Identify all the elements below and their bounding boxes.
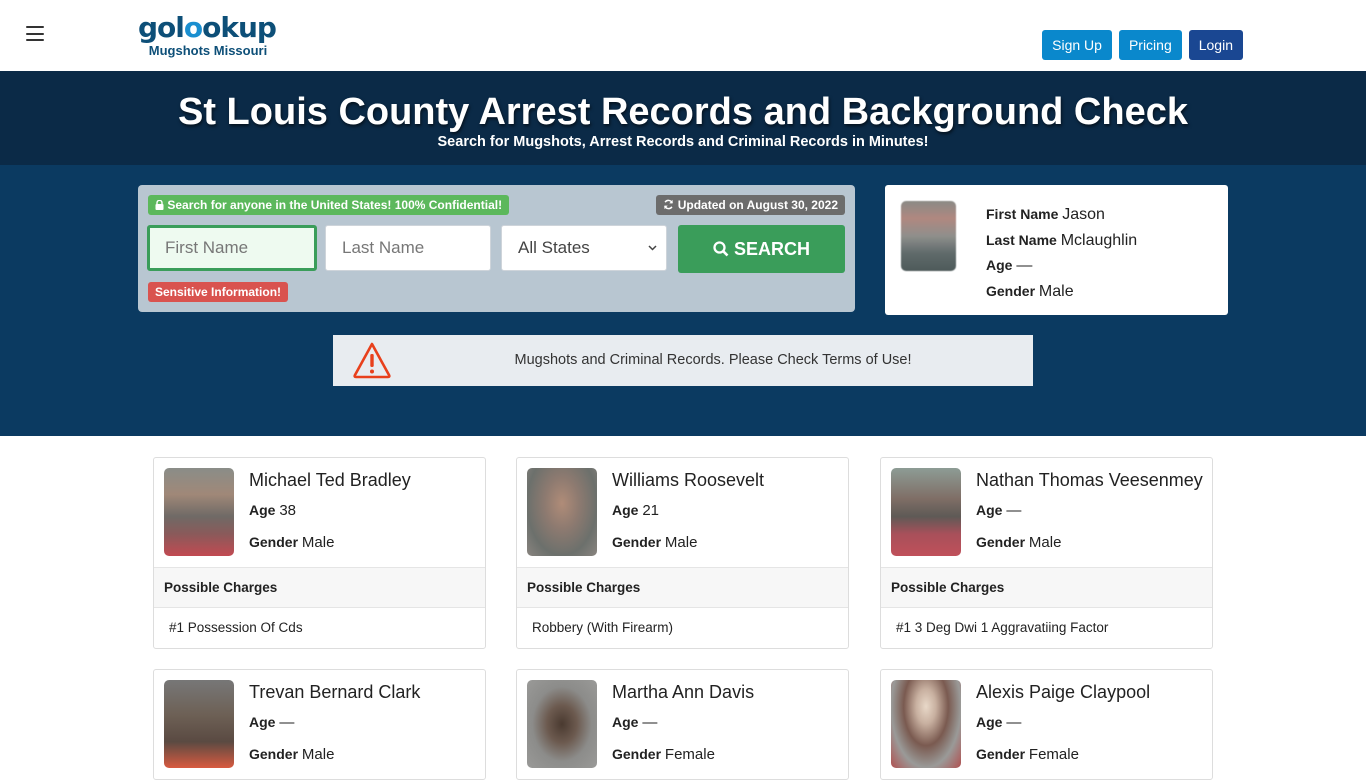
record-age: Age — xyxy=(976,714,1022,731)
refresh-icon xyxy=(663,198,677,212)
profile-age: Age — xyxy=(986,257,1033,274)
record-name[interactable]: Martha Ann Davis xyxy=(612,682,754,703)
record-name[interactable]: Nathan Thomas Veesenmey xyxy=(976,470,1203,491)
logo-subtitle: Mugshots Missouri xyxy=(148,43,268,58)
page-title: St Louis County Arrest Records and Backg… xyxy=(178,91,1188,133)
charge-item: #1 Possession Of Cds xyxy=(169,620,303,635)
record-age: Age 21 xyxy=(612,502,660,519)
lock-icon xyxy=(155,198,167,212)
state-select[interactable]: All States xyxy=(501,225,667,271)
confidential-badge: Search for anyone in the United States! … xyxy=(148,195,510,215)
profile-info: First Name Jason Last Name Mclaughlin Ag… xyxy=(986,202,1137,304)
record-card[interactable]: Trevan Bernard Clark Age — Gender Male xyxy=(153,669,486,780)
first-name-input[interactable]: First Name xyxy=(147,225,317,271)
featured-profile-card[interactable]: First Name Jason Last Name Mclaughlin Ag… xyxy=(885,185,1228,315)
charge-item: Robbery (With Firearm) xyxy=(532,620,674,635)
profile-gender: Gender Male xyxy=(986,282,1074,300)
record-gender: Gender Female xyxy=(976,746,1079,763)
record-gender: Gender Male xyxy=(612,534,698,551)
record-gender: Gender Male xyxy=(976,534,1062,551)
profile-first-name: First Name Jason xyxy=(986,206,1105,223)
search-icon xyxy=(713,239,734,259)
record-age: Age — xyxy=(976,502,1022,519)
record-card[interactable]: Martha Ann Davis Age — Gender Female xyxy=(516,669,849,780)
nav-buttons: Sign Up Pricing Login xyxy=(1042,30,1243,60)
charges-header: Possible Charges xyxy=(154,567,485,608)
last-name-input[interactable]: Last Name xyxy=(325,225,491,271)
warning-text: Mugshots and Criminal Records. Please Ch… xyxy=(514,352,912,368)
pricing-button[interactable]: Pricing xyxy=(1118,30,1182,60)
chevron-down-icon xyxy=(648,226,657,270)
record-age: Age — xyxy=(612,714,658,731)
record-name[interactable]: Michael Ted Bradley xyxy=(249,470,411,491)
mugshot-photo xyxy=(527,680,597,768)
charge-item: #1 3 Deg Dwi 1 Aggravatiing Factor xyxy=(896,620,1109,635)
login-button[interactable]: Login xyxy=(1188,30,1243,60)
record-gender: Gender Male xyxy=(249,746,335,763)
record-age: Age — xyxy=(249,714,295,731)
site-logo[interactable]: golookup Mugshots Missouri xyxy=(138,11,277,59)
record-gender: Gender Male xyxy=(249,534,335,551)
profile-photo xyxy=(901,201,956,271)
record-name[interactable]: Alexis Paige Claypool xyxy=(976,682,1150,703)
search-form: Search for anyone in the United States! … xyxy=(138,185,855,312)
search-section: Search for anyone in the United States! … xyxy=(0,165,1366,436)
sensitive-info-badge: Sensitive Information! xyxy=(148,282,289,302)
record-card[interactable]: Michael Ted Bradley Age 38 Gender Male P… xyxy=(153,457,486,649)
search-button[interactable]: SEARCH xyxy=(678,225,845,273)
record-name[interactable]: Williams Roosevelt xyxy=(612,470,764,491)
mugshot-photo xyxy=(891,680,961,768)
record-gender: Gender Female xyxy=(612,746,715,763)
record-age: Age 38 xyxy=(249,502,297,519)
mugshot-photo xyxy=(164,680,234,768)
mugshot-photo xyxy=(164,468,234,556)
charges-header: Possible Charges xyxy=(881,567,1212,608)
hamburger-menu-icon[interactable] xyxy=(26,26,44,41)
record-card[interactable]: Alexis Paige Claypool Age — Gender Femal… xyxy=(880,669,1213,780)
record-name[interactable]: Trevan Bernard Clark xyxy=(249,682,420,703)
mugshot-photo xyxy=(891,468,961,556)
record-card[interactable]: Williams Roosevelt Age 21 Gender Male Po… xyxy=(516,457,849,649)
terms-warning-bar: Mugshots and Criminal Records. Please Ch… xyxy=(333,335,1033,386)
charges-header: Possible Charges xyxy=(517,567,848,608)
logo-wordmark: golookup xyxy=(138,11,277,44)
hero-banner: St Louis County Arrest Records and Backg… xyxy=(0,71,1366,165)
signup-button[interactable]: Sign Up xyxy=(1042,30,1112,60)
record-card[interactable]: Nathan Thomas Veesenmey Age — Gender Mal… xyxy=(880,457,1213,649)
updated-badge: Updated on August 30, 2022 xyxy=(656,195,845,215)
profile-last-name: Last Name Mclaughlin xyxy=(986,231,1138,249)
top-navbar: golookup Mugshots Missouri Sign Up Prici… xyxy=(0,0,1366,71)
mugshot-photo xyxy=(527,468,597,556)
page-subtitle: Search for Mugshots, Arrest Records and … xyxy=(437,134,929,150)
